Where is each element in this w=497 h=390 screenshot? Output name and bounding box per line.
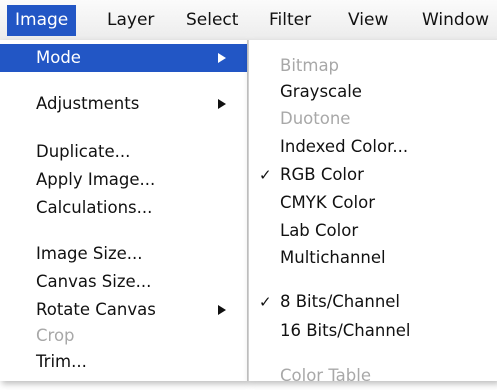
submenu-item-multichannel[interactable]: Multichannel [249,244,497,272]
menu-item-label: CMYK Color [280,193,375,212]
menu-item-label: Duotone [280,109,351,128]
menu-image[interactable]: Image [7,5,77,36]
menu-item-label: Duplicate... [36,142,131,161]
menu-separator [249,352,497,353]
menu-item-label: Adjustments [36,94,140,113]
submenu-item-cmyk-color[interactable]: CMYK Color [249,189,497,217]
checkmark-icon: ✓ [259,293,272,311]
menu-item-label: Rotate Canvas [36,300,156,319]
submenu-item-grayscale[interactable]: Grayscale [249,78,497,106]
submenu-item-rgb-color[interactable]: ✓ RGB Color [249,161,497,189]
submenu-item-16-bits-channel[interactable]: 16 Bits/Channel [249,317,497,345]
menu-separator [0,127,247,128]
menu-item-label: Indexed Color... [280,137,409,156]
menu-item-label: Canvas Size... [36,272,152,291]
submenu-item-8-bits-channel[interactable]: ✓ 8 Bits/Channel [249,288,497,316]
menu-item-duplicate[interactable]: Duplicate... [0,138,247,166]
submenu-item-bitmap: Bitmap [249,52,497,80]
menu-item-label: Apply Image... [36,170,156,189]
menu-item-label: RGB Color [280,165,364,184]
menu-select[interactable]: Select [178,5,246,36]
submenu-item-color-table: Color Table [249,362,497,390]
checkmark-icon: ✓ [259,166,272,184]
menu-item-label: Image Size... [36,244,143,263]
submenu-item-indexed-color[interactable]: Indexed Color... [249,133,497,161]
menu-filter[interactable]: Filter [261,5,319,36]
menu-item-label: Multichannel [280,248,386,267]
menu-item-calculations[interactable]: Calculations... [0,194,247,222]
menu-item-trim[interactable]: Trim... [0,348,247,376]
menu-item-label: Mode [36,48,81,67]
menu-item-adjustments[interactable]: Adjustments [0,90,247,118]
menu-item-canvas-size[interactable]: Canvas Size... [0,268,247,296]
menu-item-rotate-canvas[interactable]: Rotate Canvas [0,296,247,324]
menu-view[interactable]: View [340,5,396,36]
menu-item-label: Trim... [36,352,87,371]
menu-item-mode[interactable]: Mode [0,44,247,72]
submenu-arrow-icon [218,53,226,63]
menu-item-label: Color Table [280,366,371,385]
menu-window[interactable]: Window [414,5,497,36]
menu-item-label: Grayscale [280,82,362,101]
submenu-item-duotone: Duotone [249,105,497,133]
menu-item-label: 16 Bits/Channel [280,321,411,340]
menu-separator [0,230,247,231]
menu-item-label: Bitmap [280,56,340,75]
menu-item-label: 8 Bits/Channel [280,292,401,311]
submenu-item-lab-color[interactable]: Lab Color [249,217,497,245]
image-menu-dropdown: Mode Adjustments Duplicate... Apply Imag… [0,40,248,381]
menu-layer[interactable]: Layer [99,5,162,36]
submenu-arrow-icon [218,99,226,109]
menu-bar: Image Layer Select Filter View Window [0,0,497,41]
menu-item-label: Calculations... [36,198,153,217]
menu-separator [0,80,247,81]
menu-item-label: Lab Color [280,221,359,240]
menu-separator [249,280,497,281]
submenu-arrow-icon [218,305,226,315]
menu-item-crop: Crop [0,322,247,350]
menu-item-apply-image[interactable]: Apply Image... [0,166,247,194]
mode-submenu: Bitmap Grayscale Duotone Indexed Color..… [248,40,497,385]
menu-item-label: Crop [36,326,75,345]
menu-item-image-size[interactable]: Image Size... [0,240,247,268]
